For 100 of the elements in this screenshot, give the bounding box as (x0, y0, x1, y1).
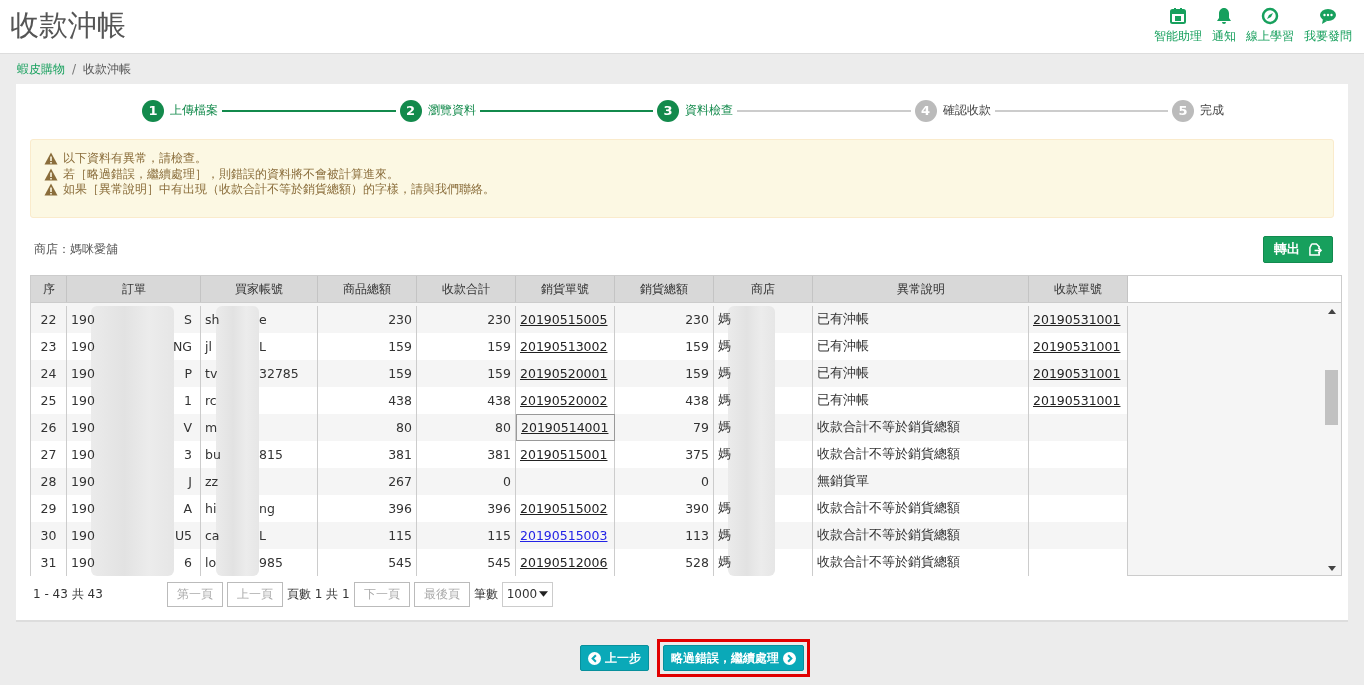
column-header: 銷貨總額 (615, 276, 714, 302)
calendar-icon (1169, 7, 1187, 25)
step-number: 4 (914, 99, 937, 122)
table-cell: 80 (396, 420, 412, 435)
table-cell: 0 (701, 474, 709, 489)
table-cell: 545 (388, 555, 412, 570)
table-cell: 190 (71, 474, 95, 489)
table-cell: 115 (388, 528, 412, 543)
compass-icon (1261, 7, 1279, 25)
table-cell: 媽 (718, 338, 731, 355)
table-cell: 收款合計不等於銷貨總額 (817, 419, 960, 436)
table-cell: 438 (487, 393, 511, 408)
table-cell: 230 (487, 312, 511, 327)
chat-bubble-icon (1319, 7, 1337, 25)
page-title: 收款沖帳 (10, 8, 126, 43)
header-action-link[interactable]: 線上學習 (1246, 7, 1294, 45)
column-header: 商品總額 (318, 276, 417, 302)
receipt-number-link[interactable]: 20190531001 (1033, 393, 1121, 408)
table-cell: 381 (388, 447, 412, 462)
page-size-dropdown[interactable]: 1000 (501, 581, 554, 607)
step-number: 2 (399, 99, 422, 122)
sales-number-link[interactable]: 20190515005 (520, 312, 608, 327)
step-label: 完成 (1200, 102, 1224, 119)
header-action-link[interactable]: 我要發問 (1304, 7, 1352, 45)
table-cell: 985 (259, 555, 283, 570)
receipt-number-link[interactable]: 20190531001 (1033, 366, 1121, 381)
table-cell: 30 (40, 528, 57, 543)
column-header: 銷貨單號 (516, 276, 615, 302)
sales-number-link[interactable]: 20190515002 (520, 501, 608, 516)
sales-number-link[interactable]: 20190513002 (520, 339, 608, 354)
sales-number-link[interactable]: 20190520002 (520, 393, 608, 408)
table-cell: 381 (487, 447, 511, 462)
scrollbar-thumb[interactable] (1325, 370, 1338, 425)
table-cell: 190 (71, 555, 95, 570)
table-cell-text: tv (205, 366, 219, 381)
sales-number-link[interactable]: 20190520001 (520, 366, 608, 381)
sales-number-link[interactable]: 20190512006 (520, 555, 608, 570)
table-cell: A (183, 501, 192, 516)
scroll-down-icon[interactable] (1328, 566, 1336, 571)
sales-number-link[interactable]: 20190514001 (521, 420, 609, 435)
breadcrumb-separator: / (72, 62, 77, 76)
table-cell-text: m (205, 420, 219, 435)
header-action-link[interactable]: 通知 (1212, 7, 1236, 45)
table-cell: 190 (71, 393, 95, 408)
step-number: 3 (657, 99, 679, 122)
table-cell-text: lo (205, 555, 218, 570)
table-cell: 159 (685, 366, 709, 381)
table-cell: 815 (259, 447, 283, 462)
table-cell: 190 (71, 528, 95, 543)
scroll-up-icon[interactable] (1328, 309, 1336, 314)
sales-number-link[interactable]: 20190515001 (520, 447, 608, 462)
table-cell: 媽 (718, 419, 731, 436)
step-label: 瀏覽資料 (427, 102, 476, 119)
table-cell: 收款合計不等於銷貨總額 (817, 500, 960, 517)
table-cell: 25 (40, 393, 57, 408)
table-cell-text: hi (205, 501, 218, 516)
column-header: 買家帳號 (201, 276, 318, 302)
table-cell: 26 (40, 420, 57, 435)
table-cell: 收款合計不等於銷貨總額 (817, 554, 960, 571)
header-action-link[interactable]: 智能助理 (1154, 7, 1202, 45)
table-cell: 159 (388, 366, 412, 381)
step-number: 5 (1172, 99, 1194, 122)
table-cell: 媽 (718, 392, 731, 409)
table-cell: 無銷貨單 (817, 473, 869, 490)
table-cell: 收款合計不等於銷貨總額 (817, 446, 960, 463)
table-cell: 32785 (259, 366, 299, 381)
warning-icon (44, 167, 58, 181)
column-header: 訂單 (67, 276, 201, 302)
table-cell: 190 (71, 339, 95, 354)
table-cell: 24 (40, 366, 57, 381)
table-cell: 230 (388, 312, 412, 327)
table-cell: 375 (685, 447, 709, 462)
table-cell: 1 (184, 393, 192, 408)
table-cell: U5 (174, 528, 192, 543)
table-cell: 159 (487, 366, 511, 381)
column-header: 收款合計 (417, 276, 516, 302)
table-cell: L (259, 339, 266, 354)
table-cell: 159 (685, 339, 709, 354)
page-size-label: 筆數 (473, 585, 498, 603)
table-cell: 545 (487, 555, 511, 570)
caret-icon (539, 591, 549, 597)
table-cell: e (259, 312, 267, 327)
table-cell: 媽 (718, 311, 731, 328)
table-cell: 已有沖帳 (817, 311, 869, 328)
table-cell: 3 (184, 447, 192, 462)
table-cell: 媽 (718, 446, 731, 463)
receipt-number-link[interactable]: 20190531001 (1033, 339, 1121, 354)
page-info: 頁數 1 共 1 (287, 585, 350, 603)
chevron-right-icon (783, 651, 796, 665)
sales-number-link[interactable]: 20190515003 (520, 528, 608, 543)
table-cell: 115 (487, 528, 511, 543)
table-cell: 190 (71, 420, 95, 435)
table-cell: 6 (184, 555, 192, 570)
table-cell: 190 (71, 312, 95, 327)
table-cell: S (184, 312, 192, 327)
warning-text: 若［略過錯誤，繼續處理］，則錯誤的資料將不會被計算進來。 (63, 166, 399, 182)
receipt-number-link[interactable]: 20190531001 (1033, 312, 1121, 327)
export-icon (1309, 242, 1322, 256)
table-cell: 媽 (718, 527, 731, 544)
step-label: 上傳檔案 (170, 102, 218, 119)
